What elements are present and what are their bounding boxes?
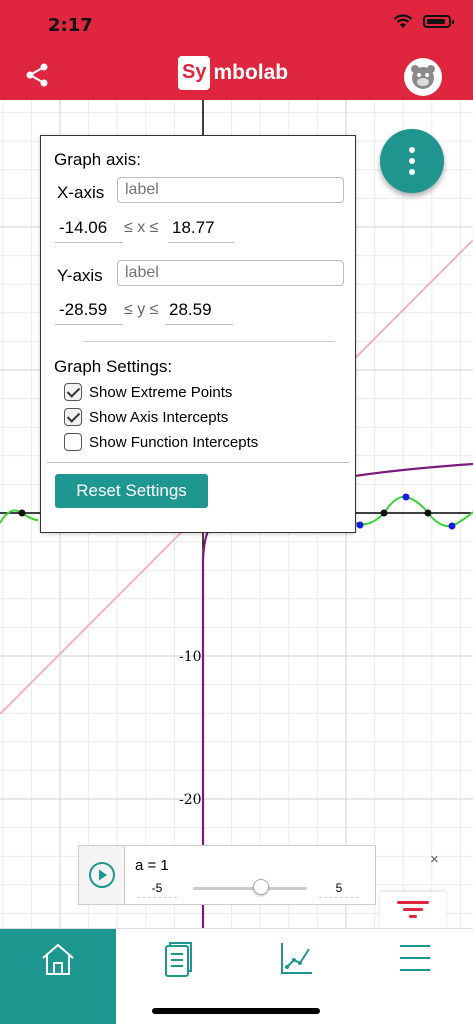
status-icons [393,14,454,29]
filter-button[interactable] [380,892,446,928]
y-axis-name: Y-axis [57,266,103,285]
home-icon [42,944,74,975]
divider [47,462,349,463]
slider-min-field[interactable]: -5 [137,881,177,898]
x-axis-name: X-axis [57,183,105,202]
graph-settings-title: Graph Settings: [54,357,173,376]
option-label: Show Extreme Points [89,383,233,401]
y-range-operator: ≤ y ≤ [124,301,159,318]
y-axis-label-input[interactable] [117,260,344,286]
x-max-field[interactable]: 18.77 [168,218,234,243]
y-min-field[interactable]: -28.59 [55,300,123,325]
nav-menu[interactable] [357,929,473,1024]
slider-track[interactable] [193,887,307,890]
dot-icon [409,147,415,153]
x-axis-label-input[interactable] [117,177,344,203]
logo-text: mbolab [213,61,289,84]
more-options-button[interactable] [380,129,444,193]
graph-settings-panel: Graph axis: X-axis -14.06 ≤ x ≤ 18.77 Y-… [40,135,356,533]
share-icon[interactable] [22,60,52,90]
menu-icon [400,945,430,971]
dot-icon [409,169,415,175]
checkbox-function-intercepts[interactable] [64,433,82,451]
checkbox-axis-intercepts[interactable] [64,408,82,426]
slider-area: a = 1 -5 5 [125,846,375,904]
dot-icon [409,158,415,164]
wifi-icon [393,14,413,28]
extreme-point [402,493,410,501]
user-avatar-icon [411,65,435,89]
graph-axis-title: Graph axis: [54,150,141,169]
divider [83,341,335,342]
option-show-function-intercepts[interactable]: Show Function Intercepts [64,433,258,451]
option-show-axis-intercepts[interactable]: Show Axis Intercepts [64,408,228,426]
option-show-extreme-points[interactable]: Show Extreme Points [64,383,232,401]
x-min-field[interactable]: -14.06 [55,218,123,243]
parameter-slider-panel: a = 1 -5 5 [78,845,376,905]
sine-curve-right [355,495,473,528]
app-header: 2:17 Sy mbolab [0,0,473,100]
intercept-point [18,509,26,517]
play-button[interactable] [79,846,125,904]
checkbox-extreme-points[interactable] [64,383,82,401]
symbolab-logo: Sy mbolab [178,56,288,90]
y-max-field[interactable]: 28.59 [165,300,233,325]
notebook-icon [165,942,192,977]
home-indicator [152,1008,320,1014]
intercept-point [380,509,388,517]
option-label: Show Axis Intercepts [89,408,229,426]
y-tick-label: -20 [179,792,202,808]
graph-icon [281,943,312,974]
parameter-expression: a = 1 [135,857,169,874]
extreme-point [356,521,364,529]
nav-home[interactable] [0,929,116,1024]
y-tick-label: -10 [179,649,202,665]
status-time: 2:17 [48,15,93,36]
battery-icon [423,15,454,28]
extreme-point [448,522,456,530]
play-icon [88,862,115,888]
option-label: Show Function Intercepts [89,433,259,451]
x-range-operator: ≤ x ≤ [124,219,159,236]
reset-settings-button[interactable]: Reset Settings [55,474,208,508]
close-slider-button[interactable]: × [430,851,439,868]
intercept-point [424,509,432,517]
slider-max-field[interactable]: 5 [319,881,359,898]
avatar[interactable] [404,58,442,96]
logo-highlight: Sy [178,56,211,90]
filter-icon [397,901,429,918]
slider-thumb[interactable] [253,879,270,895]
